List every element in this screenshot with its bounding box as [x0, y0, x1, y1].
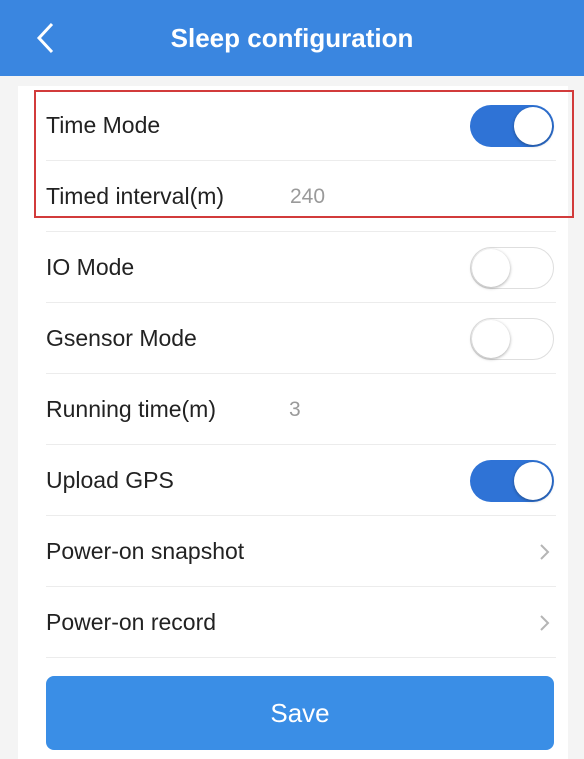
power-on-snapshot-row[interactable]: Power-on snapshot	[46, 516, 556, 587]
save-button[interactable]: Save	[46, 676, 554, 750]
power-on-snapshot-label: Power-on snapshot	[46, 538, 245, 564]
running-time-row: Running time(m) 3	[46, 374, 556, 445]
header-bar: Sleep configuration	[0, 0, 584, 76]
chevron-right-icon	[540, 615, 550, 631]
timed-interval-label: Timed interval(m)	[46, 183, 225, 209]
upload-gps-toggle[interactable]	[470, 460, 554, 502]
toggle-knob	[472, 249, 510, 287]
io-mode-row: IO Mode	[46, 232, 556, 303]
chevron-right-icon	[540, 544, 550, 560]
io-mode-label: IO Mode	[46, 254, 135, 280]
upload-gps-row: Upload GPS	[46, 445, 556, 516]
timed-interval-row: Timed interval(m) 240	[46, 161, 556, 232]
page-title: Sleep configuration	[170, 23, 414, 53]
io-mode-toggle[interactable]	[470, 247, 554, 289]
power-on-record-label: Power-on record	[46, 609, 217, 635]
gsensor-mode-toggle[interactable]	[470, 318, 554, 360]
gsensor-mode-row: Gsensor Mode	[46, 303, 556, 374]
toggle-knob	[514, 462, 552, 500]
time-mode-row: Time Mode	[46, 90, 556, 161]
time-mode-toggle[interactable]	[470, 105, 554, 147]
toggle-knob	[472, 320, 510, 358]
upload-gps-label: Upload GPS	[46, 467, 174, 493]
timed-interval-value[interactable]: 240	[290, 161, 325, 232]
settings-panel: Time Mode Timed interval(m) 240 IO Mode …	[18, 86, 568, 759]
running-time-value[interactable]: 3	[289, 374, 301, 445]
power-on-record-row[interactable]: Power-on record	[46, 587, 556, 658]
gsensor-mode-label: Gsensor Mode	[46, 325, 197, 351]
toggle-knob	[514, 107, 552, 145]
time-mode-label: Time Mode	[46, 112, 161, 138]
running-time-label: Running time(m)	[46, 396, 216, 422]
